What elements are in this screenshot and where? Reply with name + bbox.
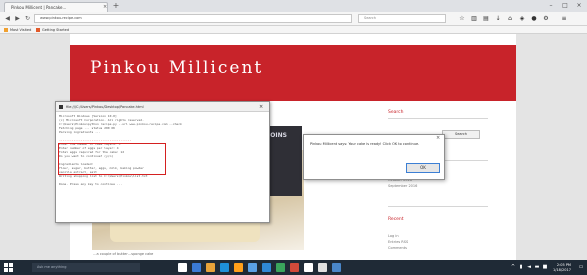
sync-icon[interactable]: ● bbox=[530, 15, 538, 23]
sidebar-search-button[interactable]: Search bbox=[442, 130, 480, 139]
bookmark-most-visited[interactable]: Most Visited bbox=[4, 27, 31, 33]
menu-icon[interactable]: ≡ bbox=[560, 15, 568, 23]
pocket-icon[interactable]: ◈ bbox=[518, 15, 526, 23]
clock-date: 1/18/2017 bbox=[553, 267, 571, 272]
browser-tab[interactable]: Pinkou Millicent | Pancake... × bbox=[4, 2, 108, 12]
sidebar-link[interactable]: Log in bbox=[388, 234, 399, 238]
url-text: www.pinkou-recipe.com bbox=[40, 16, 82, 20]
url-bar[interactable]: www.pinkou-recipe.com bbox=[34, 14, 352, 23]
tray-up-icon[interactable]: ^ bbox=[510, 264, 516, 270]
store-icon[interactable] bbox=[220, 263, 229, 272]
search-input[interactable]: Search bbox=[358, 14, 446, 23]
console-app-icon bbox=[59, 105, 63, 109]
sidebar-divider bbox=[388, 206, 488, 207]
bookmarks-bar: Most Visited Getting Started bbox=[0, 26, 587, 34]
taskbar-clock[interactable]: 2:05 PM 1/18/2017 bbox=[553, 263, 571, 272]
blog-title[interactable]: Pinkou Millicent bbox=[90, 58, 263, 78]
sidebar-link[interactable]: Comments bbox=[388, 246, 407, 250]
back-icon[interactable]: ◀ bbox=[3, 14, 12, 23]
forward-icon[interactable]: ▶ bbox=[13, 14, 22, 23]
firefox-icon[interactable] bbox=[234, 263, 243, 272]
console-close-icon[interactable]: × bbox=[259, 102, 263, 112]
home-icon[interactable]: ⌂ bbox=[506, 15, 514, 23]
excel-icon[interactable] bbox=[276, 263, 285, 272]
search-placeholder: Search bbox=[364, 16, 377, 20]
tab-title: Pinkou Millicent | Pancake... bbox=[11, 5, 67, 10]
cmd-icon[interactable] bbox=[318, 263, 327, 272]
maximize-icon[interactable]: □ bbox=[559, 2, 571, 11]
download-icon[interactable]: ↓ bbox=[494, 15, 502, 23]
book-label: JOINS bbox=[268, 132, 287, 139]
settings-icon[interactable]: ⚙ bbox=[542, 15, 550, 23]
bookmark-getting-started[interactable]: Getting Started bbox=[36, 27, 69, 33]
new-tab-button[interactable]: + bbox=[111, 2, 121, 11]
library-icon[interactable]: ▥ bbox=[470, 15, 478, 23]
photo-caption: …a couple of butter…sponge cake bbox=[93, 252, 154, 256]
ok-button[interactable]: OK bbox=[406, 163, 440, 173]
sidebar-heading-recent: Recent bbox=[388, 217, 404, 222]
volume-icon[interactable]: ◄ bbox=[526, 264, 532, 270]
browser-tabbar: Pinkou Millicent | Pancake... × + – □ × bbox=[0, 0, 587, 12]
browser-navbar: ◀ ▶ ↻ www.pinkou-recipe.com Search ☆ ▥ ▤… bbox=[0, 12, 587, 26]
battery-icon[interactable]: ▬ bbox=[534, 264, 540, 270]
sidebar-divider bbox=[388, 118, 488, 119]
minimize-icon[interactable]: – bbox=[545, 2, 557, 11]
dialog-message: Pinkou Millicent says: Your cake is read… bbox=[310, 142, 420, 146]
app-icon[interactable] bbox=[332, 263, 341, 272]
notepad-icon[interactable] bbox=[304, 263, 313, 272]
notification-icon[interactable]: ▭ bbox=[578, 264, 584, 270]
star-icon[interactable]: ☆ bbox=[458, 15, 466, 23]
sidebar-link[interactable]: September 2016 bbox=[388, 184, 417, 188]
taskbar-search[interactable]: Ask me anything bbox=[32, 263, 140, 272]
windows-taskbar: Ask me anything ^ ▮ ◄ ▬ ■ 2:05 PM 1/18/2… bbox=[0, 260, 587, 275]
dialog-close-icon[interactable]: × bbox=[436, 135, 440, 141]
alert-dialog[interactable]: × Pinkou Millicent says: Your cake is re… bbox=[303, 134, 445, 180]
task-view-icon[interactable] bbox=[178, 263, 187, 272]
word-icon[interactable] bbox=[262, 263, 271, 272]
reload-icon[interactable]: ↻ bbox=[23, 14, 32, 23]
powerpoint-icon[interactable] bbox=[290, 263, 299, 272]
console-titlebar[interactable]: file:///C:/Users/Pinkou/Desktop/Pancake.… bbox=[56, 102, 269, 112]
language-icon[interactable]: ■ bbox=[542, 264, 548, 270]
bookmark-icon[interactable]: ▤ bbox=[482, 15, 490, 23]
console-line: Done. Press any key to continue ... bbox=[59, 182, 123, 186]
close-window-icon[interactable]: × bbox=[573, 2, 585, 11]
sidebar-heading-search: Search bbox=[388, 110, 404, 115]
tab-close-icon[interactable]: × bbox=[103, 3, 107, 12]
edge-icon[interactable] bbox=[192, 263, 201, 272]
highlight-box bbox=[58, 143, 166, 175]
sidebar-link[interactable]: Entries RSS bbox=[388, 240, 408, 244]
mail-icon[interactable] bbox=[248, 263, 257, 272]
windows-start-icon[interactable] bbox=[4, 263, 13, 272]
network-icon[interactable]: ▮ bbox=[518, 264, 524, 270]
taskbar-search-placeholder: Ask me anything bbox=[37, 265, 67, 269]
console-title: file:///C:/Users/Pinkou/Desktop/Pancake.… bbox=[66, 105, 144, 109]
file-explorer-icon[interactable] bbox=[206, 263, 215, 272]
